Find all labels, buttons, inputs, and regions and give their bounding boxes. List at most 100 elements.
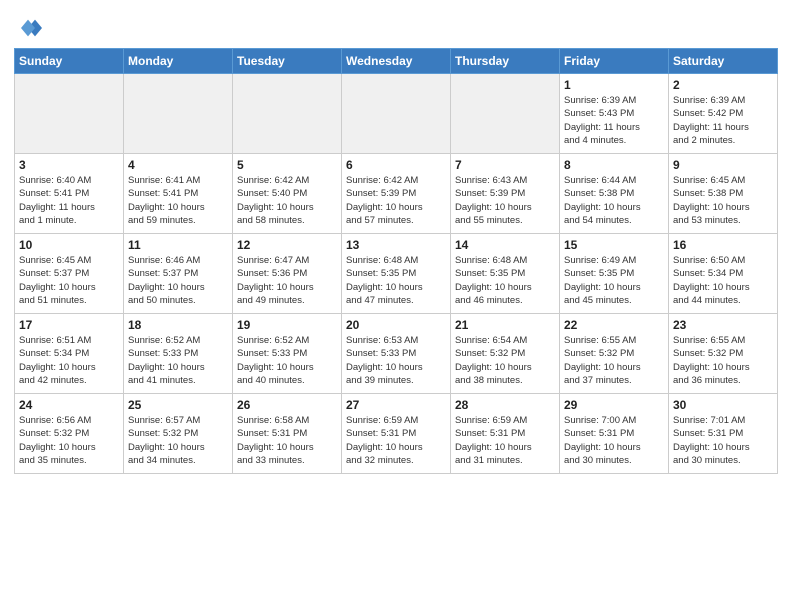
day-number: 25 [128,398,228,412]
day-info: Sunrise: 7:01 AM Sunset: 5:31 PM Dayligh… [673,414,773,467]
day-number: 13 [346,238,446,252]
calendar-week-row: 24 Sunrise: 6:56 AM Sunset: 5:32 PM Dayli… [15,394,778,474]
calendar-cell: 4 Sunrise: 6:41 AM Sunset: 5:41 PM Daylig… [124,154,233,234]
day-number: 30 [673,398,773,412]
day-number: 16 [673,238,773,252]
day-info: Sunrise: 6:39 AM Sunset: 5:42 PM Dayligh… [673,94,773,147]
calendar-cell: 3 Sunrise: 6:40 AM Sunset: 5:41 PM Daylig… [15,154,124,234]
day-number: 23 [673,318,773,332]
calendar-cell [451,74,560,154]
calendar-cell: 23 Sunrise: 6:55 AM Sunset: 5:32 PM Dayli… [669,314,778,394]
calendar-week-row: 1 Sunrise: 6:39 AM Sunset: 5:43 PM Daylig… [15,74,778,154]
calendar-cell [342,74,451,154]
day-info: Sunrise: 6:59 AM Sunset: 5:31 PM Dayligh… [346,414,446,467]
day-number: 11 [128,238,228,252]
day-info: Sunrise: 6:50 AM Sunset: 5:34 PM Dayligh… [673,254,773,307]
day-info: Sunrise: 6:41 AM Sunset: 5:41 PM Dayligh… [128,174,228,227]
weekday-header-tuesday: Tuesday [233,49,342,74]
calendar-cell: 29 Sunrise: 7:00 AM Sunset: 5:31 PM Dayli… [560,394,669,474]
day-number: 15 [564,238,664,252]
calendar-week-row: 10 Sunrise: 6:45 AM Sunset: 5:37 PM Dayli… [15,234,778,314]
day-number: 28 [455,398,555,412]
day-number: 22 [564,318,664,332]
calendar-cell: 21 Sunrise: 6:54 AM Sunset: 5:32 PM Dayli… [451,314,560,394]
weekday-header-friday: Friday [560,49,669,74]
calendar-cell: 20 Sunrise: 6:53 AM Sunset: 5:33 PM Dayli… [342,314,451,394]
day-number: 8 [564,158,664,172]
calendar-table: SundayMondayTuesdayWednesdayThursdayFrid… [14,48,778,474]
day-info: Sunrise: 6:54 AM Sunset: 5:32 PM Dayligh… [455,334,555,387]
calendar-cell [233,74,342,154]
calendar-header-row: SundayMondayTuesdayWednesdayThursdayFrid… [15,49,778,74]
day-number: 1 [564,78,664,92]
calendar-cell: 19 Sunrise: 6:52 AM Sunset: 5:33 PM Dayli… [233,314,342,394]
day-info: Sunrise: 6:45 AM Sunset: 5:37 PM Dayligh… [19,254,119,307]
day-number: 27 [346,398,446,412]
calendar-cell: 7Sunrise: 6:43 AM Sunset: 5:39 PM Daylig… [451,154,560,234]
day-number: 10 [19,238,119,252]
day-info: Sunrise: 6:40 AM Sunset: 5:41 PM Dayligh… [19,174,119,227]
day-info: Sunrise: 6:57 AM Sunset: 5:32 PM Dayligh… [128,414,228,467]
calendar-cell: 14Sunrise: 6:48 AM Sunset: 5:35 PM Dayli… [451,234,560,314]
day-number: 29 [564,398,664,412]
calendar-cell: 26Sunrise: 6:58 AM Sunset: 5:31 PM Dayli… [233,394,342,474]
day-number: 3 [19,158,119,172]
calendar-cell [124,74,233,154]
weekday-header-thursday: Thursday [451,49,560,74]
weekday-header-saturday: Saturday [669,49,778,74]
day-number: 9 [673,158,773,172]
calendar-cell: 8 Sunrise: 6:44 AM Sunset: 5:38 PM Daylig… [560,154,669,234]
day-info: Sunrise: 6:46 AM Sunset: 5:37 PM Dayligh… [128,254,228,307]
calendar-cell: 15 Sunrise: 6:49 AM Sunset: 5:35 PM Dayli… [560,234,669,314]
calendar-week-row: 3 Sunrise: 6:40 AM Sunset: 5:41 PM Daylig… [15,154,778,234]
day-number: 5 [237,158,337,172]
day-info: Sunrise: 6:48 AM Sunset: 5:35 PM Dayligh… [455,254,555,307]
calendar-week-row: 17 Sunrise: 6:51 AM Sunset: 5:34 PM Dayli… [15,314,778,394]
weekday-header-sunday: Sunday [15,49,124,74]
day-info: Sunrise: 6:42 AM Sunset: 5:39 PM Dayligh… [346,174,446,227]
day-info: Sunrise: 6:42 AM Sunset: 5:40 PM Dayligh… [237,174,337,227]
calendar-cell: 12 Sunrise: 6:47 AM Sunset: 5:36 PM Dayli… [233,234,342,314]
logo-icon [14,14,42,42]
day-number: 2 [673,78,773,92]
day-info: Sunrise: 6:47 AM Sunset: 5:36 PM Dayligh… [237,254,337,307]
day-info: Sunrise: 6:49 AM Sunset: 5:35 PM Dayligh… [564,254,664,307]
day-info: Sunrise: 6:56 AM Sunset: 5:32 PM Dayligh… [19,414,119,467]
day-number: 20 [346,318,446,332]
day-number: 17 [19,318,119,332]
day-number: 24 [19,398,119,412]
day-info: Sunrise: 6:39 AM Sunset: 5:43 PM Dayligh… [564,94,664,147]
calendar-cell: 10 Sunrise: 6:45 AM Sunset: 5:37 PM Dayli… [15,234,124,314]
calendar-cell: 1 Sunrise: 6:39 AM Sunset: 5:43 PM Daylig… [560,74,669,154]
day-info: Sunrise: 6:44 AM Sunset: 5:38 PM Dayligh… [564,174,664,227]
day-info: Sunrise: 6:55 AM Sunset: 5:32 PM Dayligh… [673,334,773,387]
day-info: Sunrise: 6:53 AM Sunset: 5:33 PM Dayligh… [346,334,446,387]
day-info: Sunrise: 6:52 AM Sunset: 5:33 PM Dayligh… [237,334,337,387]
day-info: Sunrise: 6:55 AM Sunset: 5:32 PM Dayligh… [564,334,664,387]
day-number: 4 [128,158,228,172]
weekday-header-monday: Monday [124,49,233,74]
day-number: 18 [128,318,228,332]
calendar-cell: 30 Sunrise: 7:01 AM Sunset: 5:31 PM Dayli… [669,394,778,474]
calendar-cell: 22 Sunrise: 6:55 AM Sunset: 5:32 PM Dayli… [560,314,669,394]
day-info: Sunrise: 6:51 AM Sunset: 5:34 PM Dayligh… [19,334,119,387]
day-number: 19 [237,318,337,332]
calendar-cell: 16 Sunrise: 6:50 AM Sunset: 5:34 PM Dayli… [669,234,778,314]
calendar-cell: 6 Sunrise: 6:42 AM Sunset: 5:39 PM Daylig… [342,154,451,234]
calendar-cell: 27 Sunrise: 6:59 AM Sunset: 5:31 PM Dayli… [342,394,451,474]
day-info: Sunrise: 6:43 AM Sunset: 5:39 PM Dayligh… [455,174,555,227]
day-number: 12 [237,238,337,252]
day-info: Sunrise: 6:59 AM Sunset: 5:31 PM Dayligh… [455,414,555,467]
page: SundayMondayTuesdayWednesdayThursdayFrid… [0,0,792,484]
weekday-header-wednesday: Wednesday [342,49,451,74]
day-number: 6 [346,158,446,172]
calendar-cell: 24 Sunrise: 6:56 AM Sunset: 5:32 PM Dayli… [15,394,124,474]
calendar-cell [15,74,124,154]
calendar-cell: 25 Sunrise: 6:57 AM Sunset: 5:32 PM Dayli… [124,394,233,474]
day-info: Sunrise: 6:52 AM Sunset: 5:33 PM Dayligh… [128,334,228,387]
calendar-cell: 28 Sunrise: 6:59 AM Sunset: 5:31 PM Dayli… [451,394,560,474]
calendar-cell: 13Sunrise: 6:48 AM Sunset: 5:35 PM Dayli… [342,234,451,314]
day-number: 21 [455,318,555,332]
day-info: Sunrise: 7:00 AM Sunset: 5:31 PM Dayligh… [564,414,664,467]
calendar-cell: 17 Sunrise: 6:51 AM Sunset: 5:34 PM Dayli… [15,314,124,394]
